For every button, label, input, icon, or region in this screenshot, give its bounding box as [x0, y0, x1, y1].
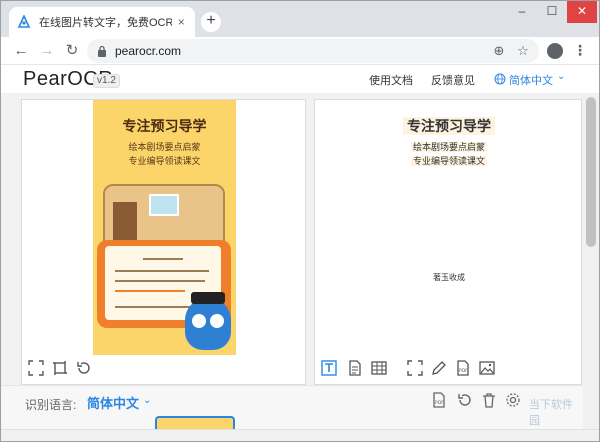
browser-menu-icon[interactable]: ⋮	[573, 42, 587, 58]
source-image[interactable]: 专注预习导学 绘本剧场要点启蒙 专业编导领读课文	[93, 100, 236, 355]
text-mode-icon[interactable]	[321, 360, 337, 376]
bookshelf-art	[113, 202, 137, 242]
poster-line: 绘本剧场要点启蒙	[128, 142, 201, 152]
browser-toolbar: ← → ↻ pearocr.com ⊕ ☆ ⋮	[1, 37, 599, 65]
back-arrow-icon[interactable]: ←	[11, 41, 31, 61]
window-art	[149, 194, 179, 216]
main-area: 专注预习导学 绘本剧场要点启蒙 专业编导领读课文 专注预习导学 绘本剧场要点启蒙…	[1, 93, 583, 385]
edit-pencil-icon[interactable]	[431, 360, 447, 376]
undo-icon[interactable]	[457, 392, 473, 408]
minimize-button[interactable]: –	[507, 1, 537, 23]
version-badge: v1.2	[93, 74, 120, 88]
pear-favicon-icon	[17, 15, 31, 28]
image-toolbar	[28, 360, 108, 380]
bottom-bar: 识别语言: 简体中文 ⌄ PDF 当下软件园	[1, 385, 583, 430]
svg-text:PDF: PDF	[435, 400, 444, 406]
source-image-panel: 专注预习导学 绘本剧场要点启蒙 专业编导领读课文	[21, 99, 306, 385]
tab-strip: 在线图片转文字，免费OCR，在 × + – ☐ ✕	[1, 1, 599, 37]
delete-icon[interactable]	[481, 392, 497, 408]
bookmark-star-icon[interactable]: ☆	[515, 43, 531, 59]
chevron-down-icon[interactable]: ⌄	[143, 395, 151, 406]
recognition-language-selector[interactable]: 简体中文	[87, 393, 139, 412]
globe-icon	[494, 73, 506, 85]
poster-line: 专业编导领读课文	[128, 156, 201, 166]
url-text: pearocr.com	[115, 44, 182, 58]
docs-link[interactable]: 使用文档	[369, 72, 413, 88]
table-icon[interactable]	[371, 360, 387, 376]
fullscreen-icon[interactable]	[407, 360, 423, 376]
install-icon[interactable]: ⊕	[491, 43, 507, 59]
poster-title: 专注预习导学	[122, 118, 207, 134]
crop-icon[interactable]	[52, 360, 68, 376]
vertical-scrollbar[interactable]	[583, 93, 599, 429]
owl-mascot	[185, 292, 231, 350]
app-header: PearOCR v1.2 使用文档 反馈意见 简体中文 ⌄	[1, 65, 599, 93]
horizontal-scrollbar[interactable]	[1, 429, 599, 441]
pdf-export-icon[interactable]: PDF	[455, 360, 471, 376]
chevron-down-icon[interactable]: ⌄	[557, 71, 565, 82]
settings-gear-icon[interactable]	[505, 392, 521, 408]
scrollbar-thumb[interactable]	[586, 97, 596, 247]
tab-title: 在线图片转文字，免费OCR，在	[39, 17, 172, 29]
reload-icon[interactable]: ↻	[62, 41, 82, 61]
rotate-icon[interactable]	[76, 360, 92, 376]
pdf-icon[interactable]: PDF	[431, 392, 447, 408]
image-export-icon[interactable]	[479, 360, 495, 376]
recognition-language-label: 识别语言:	[25, 398, 77, 412]
close-window-button[interactable]: ✕	[567, 1, 597, 23]
forward-arrow-icon[interactable]: →	[37, 41, 57, 61]
result-line[interactable]: 专业编导领读课文	[315, 154, 583, 167]
result-toolbar: PDF	[321, 360, 501, 380]
address-bar[interactable]: pearocr.com ⊕ ☆	[87, 39, 539, 63]
profile-avatar-icon[interactable]	[547, 43, 563, 59]
result-title[interactable]: 专注预习导学	[315, 116, 583, 136]
fullscreen-icon[interactable]	[28, 360, 44, 376]
language-selector[interactable]: 简体中文	[509, 72, 553, 88]
svg-text:PDF: PDF	[459, 368, 468, 374]
maximize-button[interactable]: ☐	[537, 1, 567, 23]
result-caption[interactable]: 著玉收成	[315, 272, 583, 283]
browser-tab[interactable]: 在线图片转文字，免费OCR，在 ×	[9, 7, 195, 37]
document-icon[interactable]	[347, 360, 363, 376]
page-thumbnail[interactable]	[155, 416, 235, 430]
ocr-result-panel: 专注预习导学 绘本剧场要点启蒙 专业编导领读课文 著玉收成 PDF	[314, 99, 582, 385]
close-tab-icon[interactable]: ×	[176, 15, 187, 29]
watermark-text: 当下软件园	[529, 399, 573, 427]
feedback-link[interactable]: 反馈意见	[431, 72, 475, 88]
lock-icon	[98, 45, 106, 57]
result-line[interactable]: 绘本剧场要点启蒙	[315, 140, 583, 153]
browser-window: 在线图片转文字，免费OCR，在 × + – ☐ ✕ ← → ↻ pearocr.…	[0, 0, 600, 442]
new-tab-button[interactable]: +	[201, 12, 221, 32]
